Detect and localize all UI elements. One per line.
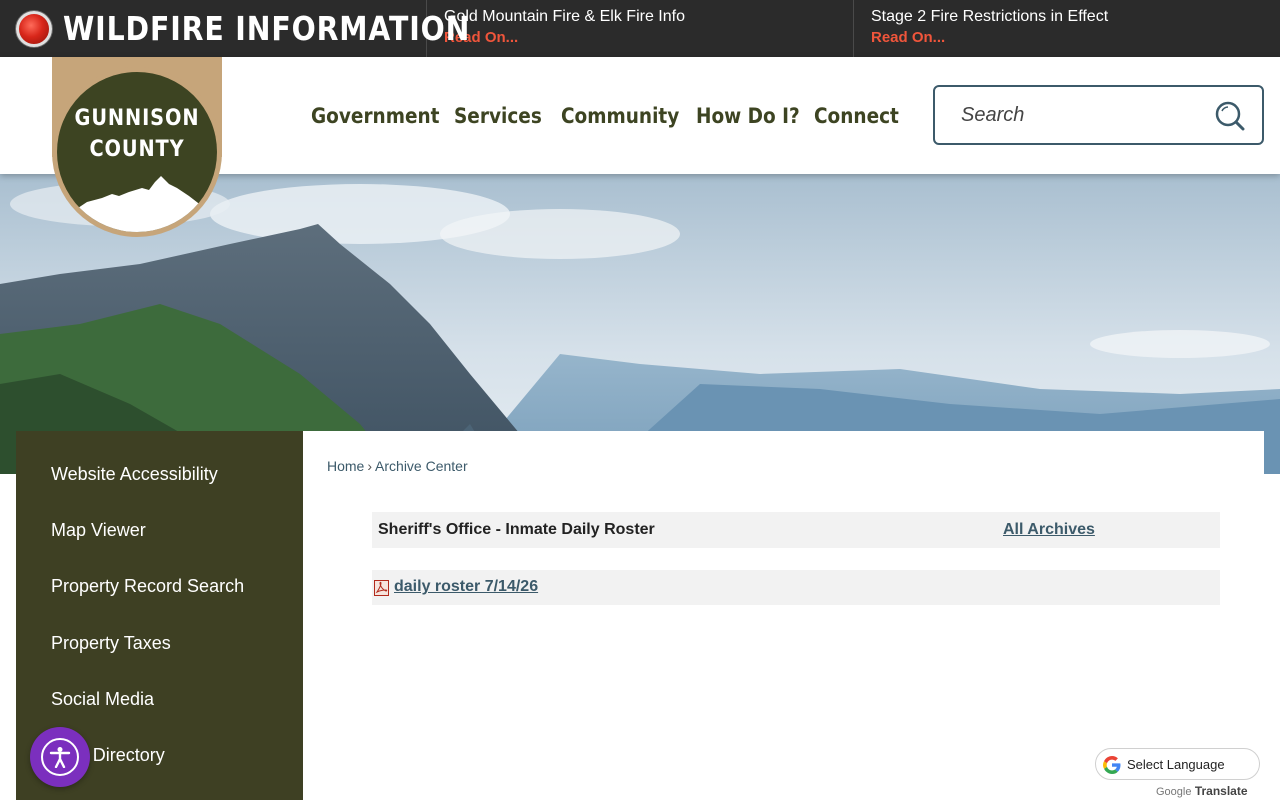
alert-item-title: Gold Mountain Fire & Elk Fire Info [444, 8, 685, 25]
nav-community[interactable]: Community [561, 104, 679, 128]
search-box [933, 85, 1264, 145]
breadcrumb-separator: › [367, 458, 373, 474]
county-logo[interactable]: GUNNISON COUNTY [52, 57, 222, 237]
alert-title: WILDFIRE INFORMATION [0, 0, 469, 57]
language-select[interactable]: Select Language [1095, 748, 1260, 780]
all-archives-link[interactable]: All Archives [1003, 521, 1095, 539]
archive-document-row: daily roster 7/14/26 [372, 570, 1220, 605]
search-input[interactable] [961, 101, 1211, 129]
nav-services[interactable]: Services [454, 104, 542, 128]
breadcrumb: Home › Archive Center [327, 458, 468, 474]
alert-item-fire-restrictions[interactable]: Stage 2 Fire Restrictions in Effect Read… [854, 0, 1280, 57]
main-nav: Government Services Community How Do I? … [311, 57, 918, 174]
search-icon[interactable] [1214, 100, 1246, 132]
site-header: GUNNISON COUNTY Government Services Comm… [0, 57, 1280, 237]
alert-heading: WILDFIRE INFORMATION [63, 9, 471, 48]
archive-header: Sheriff's Office - Inmate Daily Roster A… [372, 512, 1220, 548]
alert-read-on-link[interactable]: Read On... [444, 27, 853, 49]
google-wordmark: Google [1156, 786, 1192, 798]
translate-link[interactable]: Translate [1195, 784, 1248, 798]
logo-text-line2: COUNTY [89, 137, 185, 162]
alert-item-title: Stage 2 Fire Restrictions in Effect [871, 8, 1109, 25]
sidebar-item-map-viewer[interactable]: Map Viewer [16, 517, 303, 573]
main-content: Home › Archive Center Sheriff's Office - I… [303, 431, 1264, 800]
alert-light-icon [16, 10, 52, 47]
breadcrumb-archive-center[interactable]: Archive Center [375, 458, 468, 474]
language-select-label: Select Language [1127, 757, 1225, 772]
alert-read-on-link[interactable]: Read On... [871, 27, 1280, 49]
sidebar-item-property-taxes[interactable]: Property Taxes [16, 630, 303, 686]
mountain-icon [57, 176, 217, 232]
logo-badge: GUNNISON COUNTY [57, 72, 217, 232]
accessibility-icon [41, 738, 79, 776]
document-link[interactable]: daily roster 7/14/26 [394, 578, 538, 596]
nav-government[interactable]: Government [311, 104, 439, 128]
sidebar-item-property-record-search[interactable]: Property Record Search [16, 573, 303, 629]
alert-item-gold-mountain[interactable]: Gold Mountain Fire & Elk Fire Info Read … [427, 0, 854, 57]
nav-how-do-i[interactable]: How Do I? [696, 104, 800, 128]
logo-text-line1: GUNNISON [74, 106, 200, 131]
sidebar-item-website-accessibility[interactable]: Website Accessibility [16, 461, 303, 517]
breadcrumb-home[interactable]: Home [327, 458, 364, 474]
powered-by-google-translate: Google Translate [1156, 784, 1248, 798]
alert-bar: WILDFIRE INFORMATION Gold Mountain Fire … [0, 0, 1280, 57]
google-icon [1103, 756, 1121, 774]
accessibility-button[interactable] [30, 727, 90, 787]
pdf-icon [374, 580, 389, 596]
archive-title: Sheriff's Office - Inmate Daily Roster [378, 521, 655, 538]
nav-connect[interactable]: Connect [814, 104, 899, 128]
